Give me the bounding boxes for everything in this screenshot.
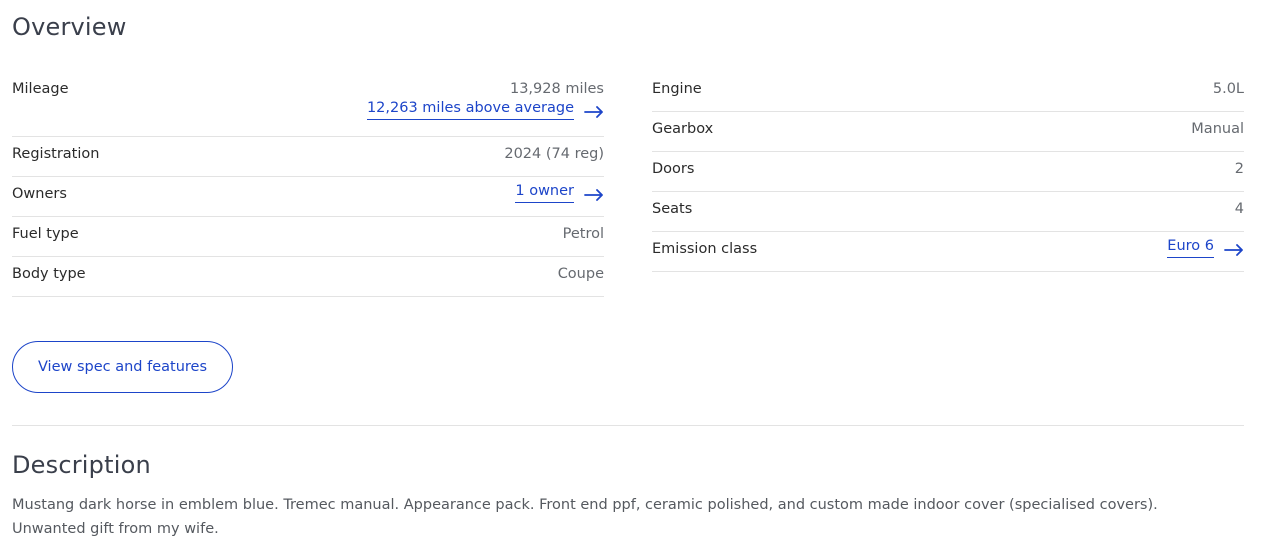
description-text: Mustang dark horse in emblem blue. Treme…: [12, 497, 1158, 537]
mileage-value: 13,928 miles: [509, 81, 604, 97]
overview-heading: Overview: [12, 13, 127, 41]
fuel-type-value: Petrol: [562, 226, 604, 242]
body-type-row: Body type Coupe: [12, 257, 604, 297]
registration-label: Registration: [12, 146, 100, 162]
arrow-right-icon: [584, 106, 603, 118]
overview-right-column: Engine 5.0L Gearbox Manual Doors 2 Seats…: [652, 72, 1244, 272]
seats-value: 4: [1234, 201, 1244, 217]
engine-value: 5.0L: [1212, 81, 1244, 97]
body-type-value: Coupe: [557, 266, 604, 282]
owners-link-text: 1 owner: [515, 183, 574, 203]
arrow-right-icon: [1224, 244, 1243, 256]
arrow-right-icon: [584, 189, 603, 201]
mileage-values: 13,928 miles 12,263 miles above average: [366, 81, 604, 120]
owners-label: Owners: [12, 186, 67, 202]
mileage-above-average-link[interactable]: 12,263 miles above average: [366, 100, 604, 120]
doors-label: Doors: [652, 161, 695, 177]
overview-left-column: Mileage 13,928 miles 12,263 miles above …: [12, 72, 604, 297]
owners-link[interactable]: 1 owner: [515, 183, 604, 203]
vehicle-overview-page: Overview Mileage 13,928 miles 12,263 mil…: [0, 0, 1275, 549]
engine-label: Engine: [652, 81, 702, 97]
registration-value: 2024 (74 reg): [504, 146, 604, 162]
section-divider: [12, 425, 1244, 426]
emission-class-link-text: Euro 6: [1167, 238, 1214, 258]
view-spec-features-button[interactable]: View spec and features: [12, 341, 233, 393]
fuel-type-label: Fuel type: [12, 226, 79, 242]
emission-class-label: Emission class: [652, 241, 758, 257]
emission-class-link[interactable]: Euro 6: [1167, 238, 1244, 258]
gearbox-label: Gearbox: [652, 121, 714, 137]
seats-label: Seats: [652, 201, 693, 217]
fuel-type-row: Fuel type Petrol: [12, 217, 604, 257]
owners-row: Owners 1 owner: [12, 177, 604, 217]
description-heading: Description: [12, 451, 151, 479]
gearbox-value: Manual: [1191, 121, 1244, 137]
mileage-label: Mileage: [12, 81, 69, 97]
doors-row: Doors 2: [652, 152, 1244, 192]
emission-class-row: Emission class Euro 6: [652, 232, 1244, 272]
engine-row: Engine 5.0L: [652, 72, 1244, 112]
doors-value: 2: [1234, 161, 1244, 177]
body-type-label: Body type: [12, 266, 86, 282]
mileage-row: Mileage 13,928 miles 12,263 miles above …: [12, 72, 604, 137]
seats-row: Seats 4: [652, 192, 1244, 232]
registration-row: Registration 2024 (74 reg): [12, 137, 604, 177]
mileage-above-average-text: 12,263 miles above average: [366, 100, 574, 120]
gearbox-row: Gearbox Manual: [652, 112, 1244, 152]
